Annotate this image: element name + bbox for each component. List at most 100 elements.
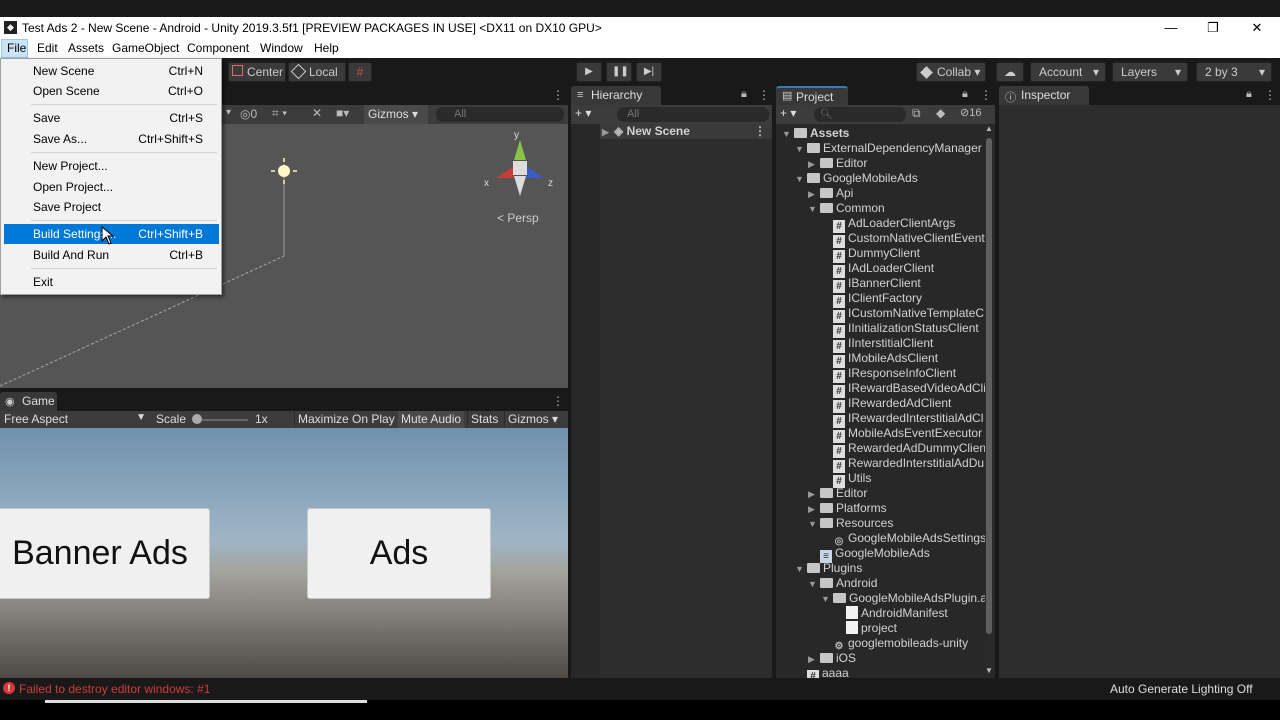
project-asset-row[interactable]: ≡ GoogleMobileAds <box>808 546 930 563</box>
project-add-button[interactable]: + ▾ <box>780 106 796 120</box>
restore-icon[interactable]: ❐ <box>1192 17 1234 39</box>
project-folder-row[interactable]: ▶ Api <box>808 186 853 201</box>
project-asset-row[interactable]: # IRewardedInterstitialAdCl <box>821 411 983 428</box>
project-asset-row[interactable]: # IMobileAdsClient <box>821 351 938 368</box>
collapse-arrow-icon[interactable]: ▶ <box>808 157 820 172</box>
expand-arrow-icon[interactable]: ▼ <box>782 127 794 142</box>
scene-search-input[interactable]: All <box>436 107 564 122</box>
project-asset-row[interactable]: # IClientFactory <box>821 291 922 308</box>
aspect-dropdown[interactable]: Free Aspect ▼ <box>4 412 150 426</box>
menu-item-save[interactable]: Save <box>33 111 60 125</box>
menu-item-save-project[interactable]: Save Project <box>33 200 101 214</box>
tools-icon[interactable]: ✕ <box>312 106 322 120</box>
grid-icon[interactable]: ⌗ ▾ <box>272 106 287 121</box>
scale-slider-thumb[interactable] <box>192 414 202 424</box>
project-folder-row[interactable]: ▼ Assets <box>782 126 849 141</box>
expand-arrow-icon[interactable]: ▼ <box>795 562 807 577</box>
project-asset-row[interactable]: # RewardedAdDummyClien <box>821 441 986 458</box>
project-asset-row[interactable]: # Utils <box>821 471 871 488</box>
project-asset-row[interactable]: ⚙ googlemobileads-unity <box>821 636 969 652</box>
inspector-lock-icon[interactable]: 🔒︎ <box>1246 88 1252 101</box>
account-dropdown[interactable]: Account ▾ <box>1030 62 1106 82</box>
project-menu-icon[interactable]: ⋮ <box>980 88 992 102</box>
project-asset-row[interactable]: # IInterstitialClient <box>821 336 933 353</box>
project-asset-row[interactable]: # DummyClient <box>821 246 920 263</box>
expand-arrow-icon[interactable]: ▼ <box>795 172 807 187</box>
project-folder-row[interactable]: ▼ Common <box>808 201 885 216</box>
project-scrollbar[interactable]: ▲ ▼ <box>985 124 993 678</box>
project-asset-row[interactable]: # ICustomNativeTemplateC <box>821 306 984 323</box>
project-asset-row[interactable]: # AdLoaderClientArgs <box>821 216 955 233</box>
ads-button[interactable]: Ads <box>307 508 491 599</box>
expand-arrow-icon[interactable]: ▼ <box>808 202 820 217</box>
collapse-arrow-icon[interactable]: ▶ <box>808 652 820 667</box>
menu-gameobject[interactable]: GameObject <box>112 41 179 55</box>
persp-label[interactable]: < Persp <box>497 211 539 225</box>
project-asset-row[interactable]: # IInitializationStatusClient <box>821 321 979 338</box>
project-asset-row[interactable]: # IBannerClient <box>821 276 921 293</box>
menu-edit[interactable]: Edit <box>37 41 58 55</box>
banner-ads-button[interactable]: Banner Ads <box>0 508 210 599</box>
status-error-message[interactable]: Failed to destroy editor windows: #1 <box>19 682 210 696</box>
minimize-icon[interactable]: — <box>1150 17 1192 39</box>
layout-dropdown[interactable]: 2 by 3 ▾ <box>1196 62 1272 82</box>
hierarchy-search-input[interactable]: All <box>617 107 769 122</box>
menu-window[interactable]: Window <box>260 41 303 55</box>
project-asset-row[interactable]: # IRewardBasedVideoAdCli <box>821 381 986 398</box>
inspector-menu-icon[interactable]: ⋮ <box>1264 88 1276 102</box>
expand-arrow-icon[interactable]: ▼ <box>821 592 833 607</box>
menu-component[interactable]: Component <box>187 41 249 55</box>
stats-toggle[interactable]: Stats <box>467 411 501 428</box>
scene-row-menu-icon[interactable]: ⋮ <box>754 124 766 139</box>
menu-item-build-and-run[interactable]: Build And Run <box>33 248 109 262</box>
menu-assets[interactable]: Assets <box>68 41 104 55</box>
snap-grid-button[interactable]: # <box>348 62 372 82</box>
expand-arrow-icon[interactable]: ▼ <box>795 142 807 157</box>
maximize-on-play-toggle[interactable]: Maximize On Play <box>294 411 398 428</box>
project-folder-row[interactable]: ▼ ExternalDependencyManager <box>795 141 982 156</box>
project-asset-row[interactable]: # IAdLoaderClient <box>821 261 934 278</box>
menu-item-new-scene[interactable]: New Scene <box>33 64 94 78</box>
scene-gizmo-icon[interactable] <box>482 128 562 218</box>
search-by-label-icon[interactable]: ◆ <box>936 106 945 120</box>
project-asset-row[interactable]: # CustomNativeClientEvent <box>821 231 985 248</box>
project-scrollbar-thumb[interactable] <box>986 138 992 634</box>
project-asset-row[interactable]: # RewardedInterstitialAdDu <box>821 456 984 473</box>
hierarchy-lock-icon[interactable]: 🔒︎ <box>741 88 747 101</box>
scale-slider[interactable] <box>194 419 248 421</box>
hierarchy-menu-icon[interactable]: ⋮ <box>758 88 770 102</box>
menu-help[interactable]: Help <box>314 41 339 55</box>
collapse-arrow-icon[interactable]: ▶ <box>808 502 820 517</box>
project-asset-row[interactable]: # MobileAdsEventExecutor <box>821 426 982 443</box>
project-folder-row[interactable]: ▶ iOS <box>808 651 856 666</box>
project-asset-row[interactable]: # aaaa <box>795 666 849 678</box>
tab-hierarchy[interactable]: Hierarchy <box>571 86 661 105</box>
project-folder-row[interactable]: ▼ GoogleMobileAds <box>795 171 918 186</box>
project-search-input[interactable]: 🔍︎ <box>814 107 906 122</box>
project-folder-row[interactable]: ▼ GoogleMobileAdsPlugin.a <box>821 591 986 606</box>
shading-dropdown-icon[interactable]: ▾ <box>226 107 231 118</box>
hidden-packages-toggle[interactable]: ⊘16 <box>960 106 981 119</box>
expand-arrow-icon[interactable]: ▼ <box>808 517 820 532</box>
mute-audio-toggle[interactable]: Mute Audio <box>398 411 465 428</box>
hierarchy-add-button[interactable]: + ▾ <box>575 106 591 120</box>
visibility-toggle[interactable]: ◎0 <box>240 107 257 121</box>
auto-lighting-status[interactable]: Auto Generate Lighting Off <box>1110 682 1253 696</box>
menu-item-exit[interactable]: Exit <box>33 275 53 289</box>
project-asset-row[interactable]: ◎ GoogleMobileAdsSettings <box>821 531 986 547</box>
project-asset-row[interactable]: project <box>834 621 897 636</box>
menu-item-new-project[interactable]: New Project... <box>33 159 108 173</box>
cloud-button[interactable]: ☁ <box>996 62 1024 82</box>
scroll-down-icon[interactable]: ▼ <box>985 666 993 675</box>
game-view[interactable]: Banner Ads Ads <box>0 428 568 678</box>
close-icon[interactable]: ✕ <box>1236 17 1278 39</box>
expand-arrow-icon[interactable]: ▼ <box>808 577 820 592</box>
collapse-arrow-icon[interactable]: ▶ <box>808 487 820 502</box>
project-folder-row[interactable]: ▶ Platforms <box>808 501 887 516</box>
collapse-arrow-icon[interactable]: ▶ <box>808 187 820 202</box>
scene-menu-icon[interactable]: ⋮ <box>552 88 564 102</box>
search-by-type-icon[interactable]: ⧉ <box>912 106 921 121</box>
pause-button[interactable]: ❚❚ <box>606 62 632 82</box>
scene-gizmos-dropdown[interactable]: Gizmos ▾ <box>364 105 428 124</box>
project-asset-row[interactable]: # IRewardedAdClient <box>821 396 951 413</box>
